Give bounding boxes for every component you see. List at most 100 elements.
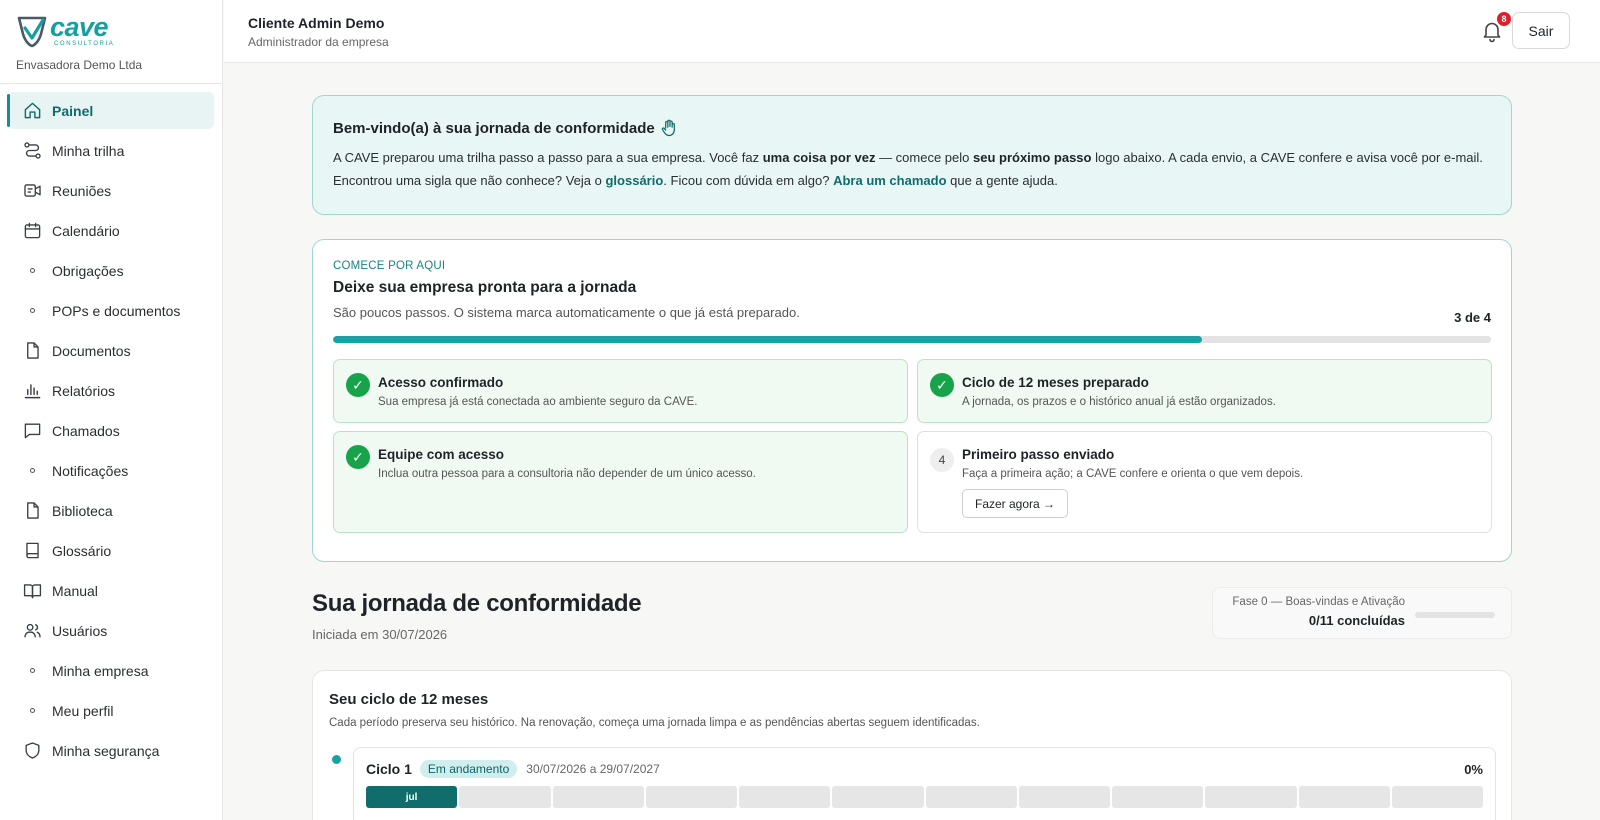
sidebar-item-label: Documentos <box>52 342 131 359</box>
phase-count: 0/11 concluídas <box>1308 613 1405 628</box>
logo-word: cave <box>50 12 109 42</box>
sidebar-item-usuarios[interactable]: Usuários <box>8 612 214 649</box>
do-now-button[interactable]: Fazer agora → <box>962 489 1069 518</box>
sidebar-item-label: Glossário <box>52 542 112 559</box>
sidebar-item-pops-documentos[interactable]: POPs e documentos <box>8 292 214 329</box>
cycle-dates: 30/07/2026 a 29/07/2027 <box>526 762 660 776</box>
phase-progress-bar <box>1415 612 1495 618</box>
file-icon <box>22 501 42 521</box>
file-icon <box>22 341 42 361</box>
phase-label: Fase 0 — Boas-vindas e Ativação <box>1232 596 1405 608</box>
step-first-submission: 4 Primeiro passo enviado Faça a primeira… <box>917 431 1492 533</box>
step-description: Sua empresa já está conectada ao ambient… <box>378 396 698 408</box>
sidebar-item-glossario[interactable]: Glossário <box>8 532 214 569</box>
status-badge: Em andamento <box>419 760 518 778</box>
month-segment <box>925 786 1017 808</box>
month-segment <box>832 786 924 808</box>
sidebar-item-meu-perfil[interactable]: Meu perfil <box>8 692 214 729</box>
users-icon <box>22 621 42 641</box>
home-icon <box>22 101 42 121</box>
month-segment <box>739 786 831 808</box>
month-segment <box>1112 786 1204 808</box>
step-description: Faça a primeira ação; a CAVE confere e o… <box>962 468 1304 480</box>
sidebar-item-minha-seguranca[interactable]: Minha segurança <box>8 732 214 769</box>
dot-icon <box>22 301 42 321</box>
cave-logo-icon <box>17 16 47 48</box>
welcome-emphasis-1: uma coisa por vez <box>762 150 876 165</box>
logout-button[interactable]: Sair <box>1512 12 1570 49</box>
getting-started-card: COMECE POR AQUI Deixe sua empresa pronta… <box>312 239 1512 562</box>
sidebar-item-label: Calendário <box>52 222 120 239</box>
check-icon: ✓ <box>346 445 370 469</box>
start-progress-fill <box>333 336 1202 343</box>
welcome-text-1: A CAVE preparou uma trilha passo a passo… <box>333 150 763 165</box>
journey-started-date: Iniciada em 30/07/2026 <box>312 627 448 642</box>
sidebar-item-label: Notificações <box>52 462 129 479</box>
brand: cave CONSULTORIA Envasadora Demo Ltda <box>0 0 222 84</box>
start-eyebrow: COMECE POR AQUI <box>333 260 446 272</box>
sidebar-item-label: Minha trilha <box>52 142 125 159</box>
welcome-text-2: — comece pelo <box>875 150 973 165</box>
sidebar-item-chamados[interactable]: Chamados <box>8 412 214 449</box>
cycle-subtitle: Cada período preserva seu histórico. Na … <box>329 717 980 729</box>
step-access-confirmed: ✓ Acesso confirmado Sua empresa já está … <box>333 359 908 423</box>
sidebar-item-minha-trilha[interactable]: Minha trilha <box>8 132 214 169</box>
bar-chart-icon <box>22 381 42 401</box>
cycle-title: Seu ciclo de 12 meses <box>329 691 489 708</box>
company-name: Envasadora Demo Ltda <box>16 58 143 72</box>
cycle-name: Ciclo 1 <box>366 761 412 777</box>
message-icon <box>22 421 42 441</box>
top-bar: Cliente Admin Demo Administrador da empr… <box>224 0 1600 63</box>
month-segment <box>1391 786 1483 808</box>
sidebar-item-painel[interactable]: Painel <box>7 92 214 129</box>
sidebar-item-calendario[interactable]: Calendário <box>8 212 214 249</box>
welcome-text: A CAVE preparou uma trilha passo a passo… <box>333 146 1491 192</box>
sidebar: cave CONSULTORIA Envasadora Demo Ltda Pa… <box>0 0 223 820</box>
user-name: Cliente Admin Demo <box>248 15 385 31</box>
check-icon: ✓ <box>930 373 954 397</box>
step-description: A jornada, os prazos e o histórico anual… <box>962 396 1276 408</box>
cycle-timeline-dot <box>332 755 341 764</box>
cycle-1[interactable]: Ciclo 1 Em andamento 30/07/2026 a 29/07/… <box>353 747 1496 820</box>
sidebar-item-reunioes[interactable]: Reuniões <box>8 172 214 209</box>
cycle-percent: 0% <box>1464 762 1483 777</box>
open-book-icon <box>22 581 42 601</box>
sidebar-item-minha-empresa[interactable]: Minha empresa <box>8 652 214 689</box>
logo[interactable]: cave CONSULTORIA <box>16 14 222 50</box>
welcome-emphasis-2: seu próximo passo <box>973 150 1092 165</box>
month-segment <box>552 786 644 808</box>
sidebar-item-documentos[interactable]: Documentos <box>8 332 214 369</box>
glossary-link[interactable]: glossário <box>605 173 663 188</box>
sidebar-item-relatorios[interactable]: Relatórios <box>8 372 214 409</box>
sidebar-item-biblioteca[interactable]: Biblioteca <box>8 492 214 529</box>
step-number: 4 <box>930 448 954 472</box>
sidebar-item-label: POPs e documentos <box>52 302 181 319</box>
month-segment <box>1205 786 1297 808</box>
sidebar-item-notificacoes[interactable]: Notificações <box>8 452 214 489</box>
start-progress-bar <box>333 336 1491 343</box>
main-content: Bem-vindo(a) à sua jornada de conformida… <box>312 95 1512 820</box>
start-counter: 3 de 4 <box>1454 310 1491 325</box>
notification-badge: 8 <box>1496 11 1512 27</box>
sidebar-item-label: Minha segurança <box>52 742 160 759</box>
sidebar-item-obrigacoes[interactable]: Obrigações <box>8 252 214 289</box>
sidebar-item-label: Usuários <box>52 622 108 639</box>
cycle-card: Seu ciclo de 12 meses Cada período prese… <box>312 670 1512 820</box>
welcome-text-5: que a gente ajuda. <box>946 173 1058 188</box>
dot-icon <box>22 461 42 481</box>
waving-hand-icon <box>661 119 675 137</box>
shield-icon <box>22 741 42 761</box>
sidebar-item-manual[interactable]: Manual <box>8 572 214 609</box>
sidebar-item-label: Manual <box>52 582 98 599</box>
step-title: Equipe com acesso <box>378 447 505 462</box>
book-icon <box>22 541 42 561</box>
open-ticket-link[interactable]: Abra um chamado <box>833 173 946 188</box>
dot-icon <box>22 261 42 281</box>
cycle-months: jul <box>366 786 1483 808</box>
logo-subtitle: CONSULTORIA <box>54 41 115 47</box>
check-icon: ✓ <box>346 373 370 397</box>
month-segment <box>1018 786 1110 808</box>
sidebar-item-label: Minha empresa <box>52 662 149 679</box>
step-title: Acesso confirmado <box>378 375 504 390</box>
step-team-access: ✓ Equipe com acesso Inclua outra pessoa … <box>333 431 908 533</box>
